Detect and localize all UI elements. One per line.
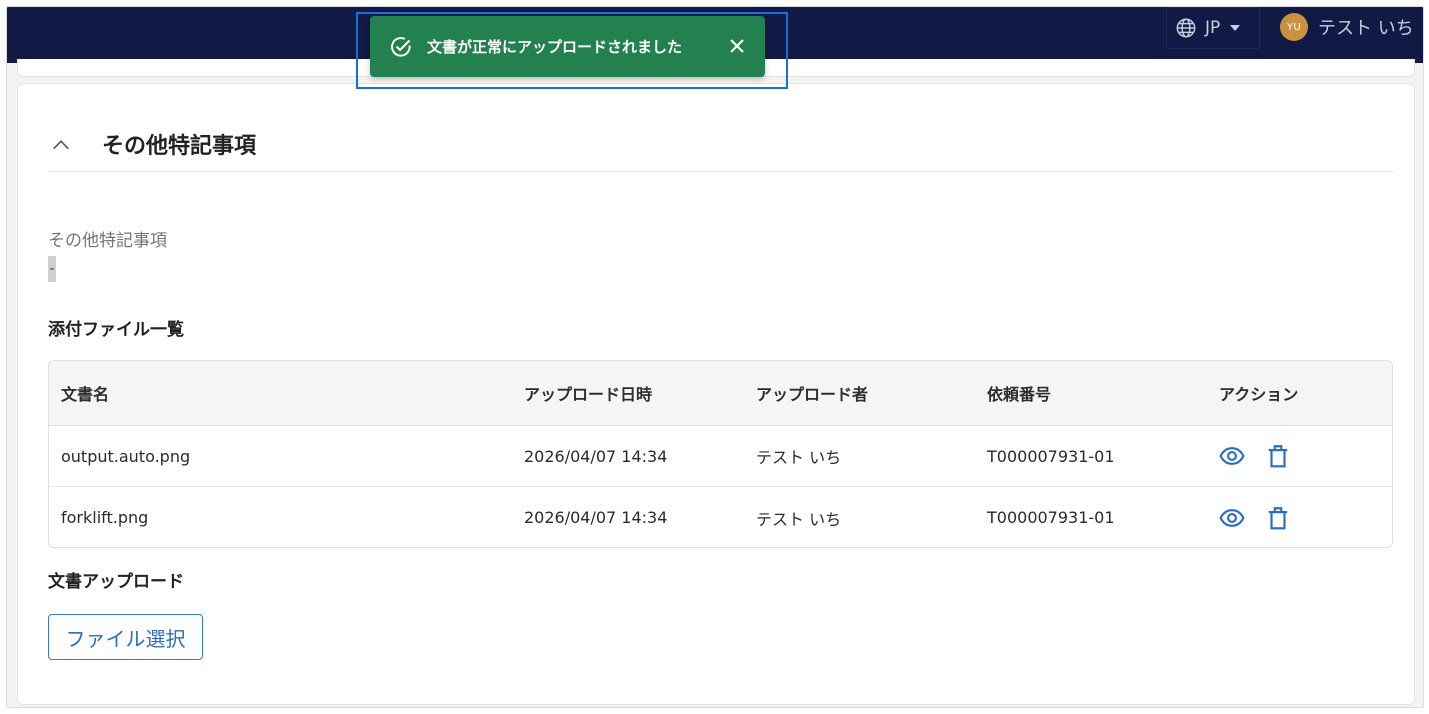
trash-icon bbox=[1268, 445, 1288, 468]
column-header: 依頼番号 bbox=[987, 385, 1052, 404]
file-name: forklift.png bbox=[61, 508, 149, 527]
field-value: - bbox=[48, 256, 56, 282]
row-actions bbox=[1219, 487, 1291, 547]
eye-icon bbox=[1219, 508, 1245, 527]
language-label: JP bbox=[1205, 18, 1221, 38]
chevron-down-icon bbox=[1230, 25, 1241, 31]
attachments-table: 文書名 アップロード日時 アップロード者 依頼番号 アクション output.a… bbox=[48, 360, 1393, 548]
row-actions bbox=[1219, 426, 1291, 486]
globe-icon bbox=[1176, 18, 1196, 38]
section-title: その他特記事項 bbox=[102, 133, 257, 159]
request-number: T000007931-01 bbox=[987, 508, 1115, 527]
table-header: 文書名 アップロード日時 アップロード者 依頼番号 アクション bbox=[49, 361, 1392, 426]
column-header: アクション bbox=[1219, 385, 1299, 404]
upload-datetime: 2026/04/07 14:34 bbox=[524, 508, 668, 527]
other-notes-section: その他特記事項 その他特記事項 - 添付ファイル一覧 文書名 アップロード日時 … bbox=[17, 83, 1415, 705]
file-select-button[interactable]: ファイル選択 bbox=[48, 614, 203, 660]
upload-datetime: 2026/04/07 14:34 bbox=[524, 446, 668, 466]
table-row: output.auto.png 2026/04/07 14:34 テスト いち … bbox=[49, 426, 1392, 487]
upload-title: 文書アップロード bbox=[48, 572, 184, 592]
chevron-up-icon[interactable] bbox=[50, 134, 72, 156]
delete-button[interactable] bbox=[1265, 505, 1291, 531]
view-button[interactable] bbox=[1219, 505, 1245, 531]
eye-icon bbox=[1219, 447, 1245, 465]
user-menu[interactable]: YU テスト いち bbox=[1280, 13, 1414, 41]
uploader: テスト いち bbox=[756, 448, 842, 467]
column-header: 文書名 bbox=[61, 385, 110, 404]
column-header: アップロード者 bbox=[756, 385, 869, 404]
table-row: forklift.png 2026/04/07 14:34 テスト いち T00… bbox=[49, 487, 1392, 547]
field-label: その他特記事項 bbox=[48, 231, 167, 251]
app-window: JP YU テスト いち その他特記事項 その他特記事項 - 添付ファイル一覧 … bbox=[6, 6, 1424, 708]
view-button[interactable] bbox=[1219, 443, 1245, 469]
file-name: output.auto.png bbox=[61, 446, 191, 466]
language-selector[interactable]: JP bbox=[1166, 7, 1260, 49]
attachments-title: 添付ファイル一覧 bbox=[48, 320, 184, 340]
trash-icon bbox=[1268, 506, 1288, 529]
column-header: アップロード日時 bbox=[524, 385, 653, 404]
uploader: テスト いち bbox=[756, 509, 842, 529]
avatar: YU bbox=[1280, 13, 1308, 41]
delete-button[interactable] bbox=[1265, 443, 1291, 469]
user-name: テスト いち bbox=[1318, 18, 1414, 39]
highlight-box bbox=[356, 12, 788, 89]
section-header[interactable]: その他特記事項 bbox=[48, 124, 1393, 172]
request-number: T000007931-01 bbox=[987, 446, 1115, 466]
